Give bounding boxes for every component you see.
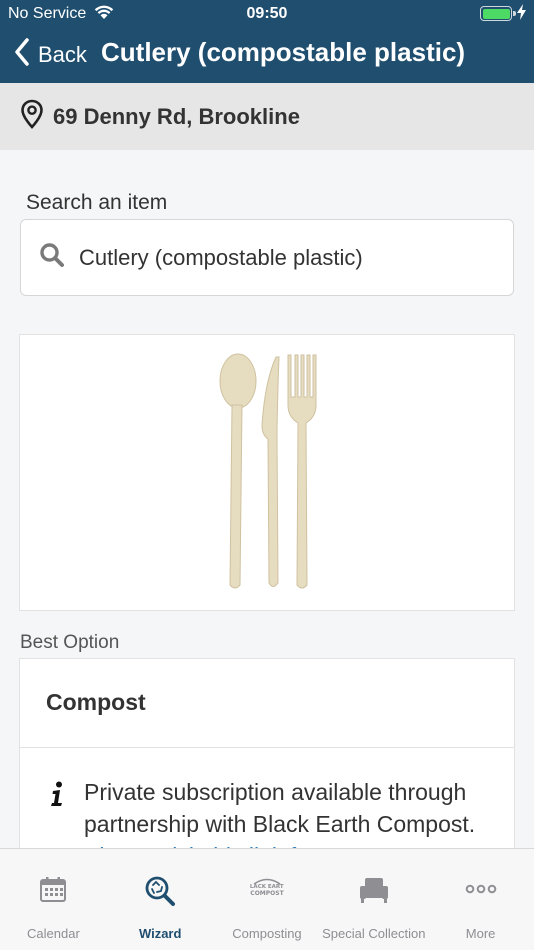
calendar-icon [39, 875, 67, 908]
tab-more[interactable]: More [427, 849, 534, 950]
tab-label: More [465, 926, 496, 941]
status-bar: No Service 09:50 [0, 0, 534, 28]
tab-label: Special Collection [322, 926, 426, 941]
search-icon [39, 242, 65, 273]
tab-bar: Calendar Wizard BLACK EARTH COMPOST Comp… [0, 848, 534, 950]
tab-calendar[interactable]: Calendar [0, 849, 107, 950]
back-label: Back [38, 41, 87, 67]
chevron-left-icon [14, 38, 30, 71]
description-text: Private subscription available through p… [84, 779, 476, 837]
nav-bar: Back Cutlery (compostable plastic) [0, 28, 534, 83]
black-earth-compost-logo: BLACK EARTH COMPOST [246, 875, 289, 904]
battery-icon [480, 6, 516, 21]
charging-bolt-icon [517, 4, 526, 25]
cutlery-image [219, 353, 317, 589]
search-value: Cutlery (compostable plastic) [79, 244, 363, 270]
item-image-card [19, 334, 515, 611]
tab-special-collection[interactable]: Special Collection [320, 849, 427, 950]
address-text: 69 Denny Rd, Brookline [53, 103, 300, 129]
wizard-search-icon [144, 875, 176, 912]
best-option-label: Best Option [20, 632, 120, 653]
status-time: 09:50 [246, 5, 288, 22]
location-pin-icon [20, 99, 44, 134]
armchair-icon [358, 875, 390, 910]
option-title: Compost [46, 689, 146, 715]
search-label: Search an item [26, 191, 168, 214]
app-header: No Service 09:50 Back Cutlery (compostab… [0, 0, 534, 83]
option-description: Private subscription available through p… [84, 776, 504, 858]
tab-wizard[interactable]: Wizard [107, 849, 214, 950]
search-input[interactable]: Cutlery (compostable plastic) [20, 219, 514, 296]
more-dots-icon [465, 875, 497, 908]
info-icon [50, 781, 64, 812]
svg-text:COMPOST: COMPOST [250, 890, 284, 897]
tab-label: Composting [232, 926, 302, 941]
page-title: Cutlery (compostable plastic) [101, 37, 466, 67]
best-option-card: Compost Private subscription available t… [19, 658, 515, 858]
tab-label: Calendar [27, 926, 80, 941]
tab-label: Wizard [138, 926, 182, 941]
address-bar[interactable]: 69 Denny Rd, Brookline [0, 83, 534, 150]
back-button[interactable]: Back [14, 38, 87, 71]
tab-composting[interactable]: BLACK EARTH COMPOST Composting [214, 849, 321, 950]
divider [20, 747, 514, 748]
